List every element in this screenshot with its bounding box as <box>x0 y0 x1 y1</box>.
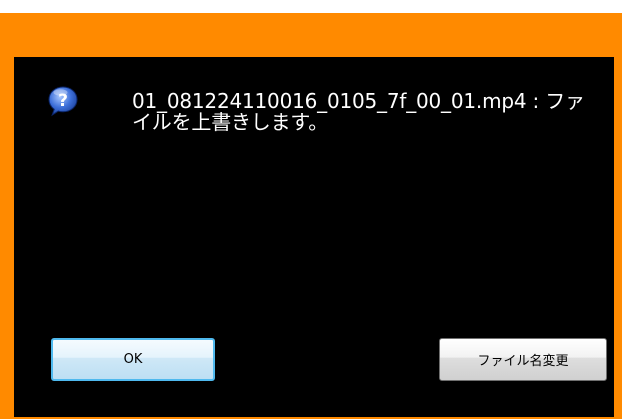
dialog-body: ? 01_081224110016_0105_7f_00_01.mp4 : ファ… <box>14 57 614 417</box>
question-icon: ? <box>47 85 79 117</box>
dialog-message: 01_081224110016_0105_7f_00_01.mp4 : ファイル… <box>132 89 585 134</box>
svg-text:?: ? <box>58 91 68 111</box>
rename-file-button[interactable]: ファイル名変更 <box>439 338 607 381</box>
ok-button[interactable]: OK <box>51 338 215 381</box>
